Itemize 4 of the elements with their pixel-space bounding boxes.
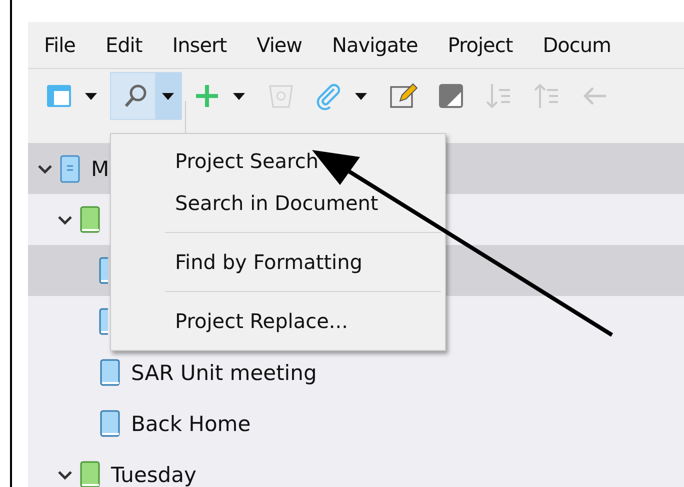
- tree-item-label: SAR Unit meeting: [131, 360, 317, 384]
- tree-item-label: Back Home: [131, 412, 251, 436]
- tree-item-label: M: [91, 156, 110, 180]
- tree-item-label: Tuesday: [111, 462, 196, 486]
